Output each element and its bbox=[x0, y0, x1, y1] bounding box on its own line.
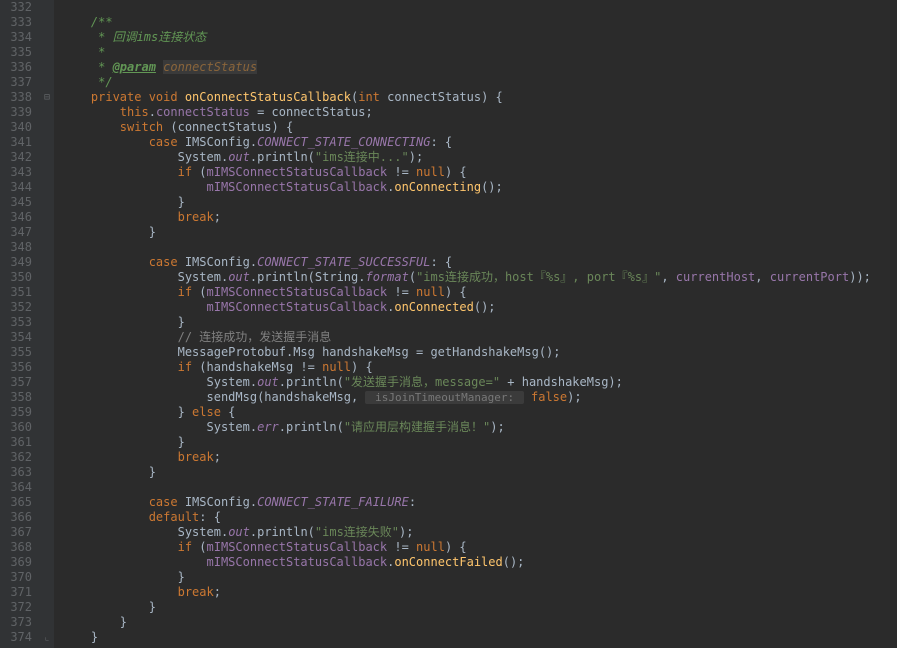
line-number: 355 bbox=[6, 345, 32, 360]
code-line[interactable]: break; bbox=[62, 210, 897, 225]
line-number: 368 bbox=[6, 540, 32, 555]
code-line[interactable]: } bbox=[62, 435, 897, 450]
code-line[interactable] bbox=[62, 480, 897, 495]
code-line[interactable]: mIMSConnectStatusCallback.onConnected(); bbox=[62, 300, 897, 315]
code-line[interactable]: switch (connectStatus) { bbox=[62, 120, 897, 135]
line-number: 373 bbox=[6, 615, 32, 630]
line-number-gutter: 3323333343353363373383393403413423433443… bbox=[0, 0, 40, 648]
code-line[interactable]: System.err.println("请应用层构建握手消息！"); bbox=[62, 420, 897, 435]
line-number: 338 bbox=[6, 90, 32, 105]
code-line[interactable] bbox=[62, 0, 897, 15]
line-number: 339 bbox=[6, 105, 32, 120]
code-line[interactable]: if (mIMSConnectStatusCallback != null) { bbox=[62, 540, 897, 555]
line-number: 335 bbox=[6, 45, 32, 60]
line-number: 354 bbox=[6, 330, 32, 345]
code-line[interactable]: default: { bbox=[62, 510, 897, 525]
line-number: 372 bbox=[6, 600, 32, 615]
code-line[interactable]: sendMsg(handshakeMsg, isJoinTimeoutManag… bbox=[62, 390, 897, 405]
line-number: 353 bbox=[6, 315, 32, 330]
code-line[interactable]: mIMSConnectStatusCallback.onConnectFaile… bbox=[62, 555, 897, 570]
line-number: 350 bbox=[6, 270, 32, 285]
code-line[interactable]: * bbox=[62, 45, 897, 60]
line-number: 365 bbox=[6, 495, 32, 510]
line-number: 349 bbox=[6, 255, 32, 270]
code-line[interactable]: System.out.println("ims连接中..."); bbox=[62, 150, 897, 165]
code-line[interactable]: this.connectStatus = connectStatus; bbox=[62, 105, 897, 120]
line-number: 343 bbox=[6, 165, 32, 180]
code-line[interactable]: } else { bbox=[62, 405, 897, 420]
line-number: 374 bbox=[6, 630, 32, 645]
line-number: 340 bbox=[6, 120, 32, 135]
line-number: 370 bbox=[6, 570, 32, 585]
code-line[interactable]: } bbox=[62, 630, 897, 645]
line-number: 351 bbox=[6, 285, 32, 300]
line-number: 344 bbox=[6, 180, 32, 195]
fold-gutter[interactable]: ⊟⌞ bbox=[40, 0, 54, 648]
line-number: 347 bbox=[6, 225, 32, 240]
line-number: 356 bbox=[6, 360, 32, 375]
code-line[interactable]: if (mIMSConnectStatusCallback != null) { bbox=[62, 285, 897, 300]
code-editor[interactable]: 3323333343353363373383393403413423433443… bbox=[0, 0, 897, 648]
code-line[interactable]: } bbox=[62, 315, 897, 330]
code-line[interactable]: * @param connectStatus bbox=[62, 60, 897, 75]
code-line[interactable]: } bbox=[62, 600, 897, 615]
line-number: 342 bbox=[6, 150, 32, 165]
line-number: 333 bbox=[6, 15, 32, 30]
code-line[interactable]: case IMSConfig.CONNECT_STATE_CONNECTING:… bbox=[62, 135, 897, 150]
line-number: 369 bbox=[6, 555, 32, 570]
line-number: 361 bbox=[6, 435, 32, 450]
line-number: 334 bbox=[6, 30, 32, 45]
code-line[interactable]: System.out.println(String.format("ims连接成… bbox=[62, 270, 897, 285]
code-line[interactable]: case IMSConfig.CONNECT_STATE_FAILURE: bbox=[62, 495, 897, 510]
code-line[interactable]: mIMSConnectStatusCallback.onConnecting()… bbox=[62, 180, 897, 195]
code-line[interactable]: private void onConnectStatusCallback(int… bbox=[62, 90, 897, 105]
code-line[interactable]: } bbox=[62, 465, 897, 480]
fold-end-icon[interactable]: ⌞ bbox=[42, 630, 52, 645]
line-number: 362 bbox=[6, 450, 32, 465]
line-number: 371 bbox=[6, 585, 32, 600]
line-number: 357 bbox=[6, 375, 32, 390]
line-number: 332 bbox=[6, 0, 32, 15]
line-number: 359 bbox=[6, 405, 32, 420]
line-number: 358 bbox=[6, 390, 32, 405]
code-line[interactable]: break; bbox=[62, 450, 897, 465]
fold-collapse-icon[interactable]: ⊟ bbox=[42, 90, 52, 105]
code-line[interactable]: */ bbox=[62, 75, 897, 90]
line-number: 364 bbox=[6, 480, 32, 495]
line-number: 336 bbox=[6, 60, 32, 75]
line-number: 352 bbox=[6, 300, 32, 315]
line-number: 346 bbox=[6, 210, 32, 225]
line-number: 348 bbox=[6, 240, 32, 255]
code-area[interactable]: /** * 回调ims连接状态 * * @param connectStatus… bbox=[54, 0, 897, 648]
code-line[interactable]: * 回调ims连接状态 bbox=[62, 30, 897, 45]
line-number: 341 bbox=[6, 135, 32, 150]
code-line[interactable]: } bbox=[62, 195, 897, 210]
code-line[interactable]: if (handshakeMsg != null) { bbox=[62, 360, 897, 375]
code-line[interactable]: /** bbox=[62, 15, 897, 30]
line-number: 363 bbox=[6, 465, 32, 480]
line-number: 367 bbox=[6, 525, 32, 540]
code-line[interactable]: if (mIMSConnectStatusCallback != null) { bbox=[62, 165, 897, 180]
code-line[interactable]: } bbox=[62, 570, 897, 585]
line-number: 337 bbox=[6, 75, 32, 90]
line-number: 345 bbox=[6, 195, 32, 210]
code-line[interactable]: MessageProtobuf.Msg handshakeMsg = getHa… bbox=[62, 345, 897, 360]
line-number: 360 bbox=[6, 420, 32, 435]
code-line[interactable]: case IMSConfig.CONNECT_STATE_SUCCESSFUL:… bbox=[62, 255, 897, 270]
code-line[interactable]: System.out.println("ims连接失败"); bbox=[62, 525, 897, 540]
code-line[interactable]: } bbox=[62, 615, 897, 630]
code-line[interactable]: // 连接成功，发送握手消息 bbox=[62, 330, 897, 345]
code-line[interactable]: System.out.println("发送握手消息，message=" + h… bbox=[62, 375, 897, 390]
code-line[interactable] bbox=[62, 240, 897, 255]
code-line[interactable]: } bbox=[62, 225, 897, 240]
line-number: 366 bbox=[6, 510, 32, 525]
code-line[interactable]: break; bbox=[62, 585, 897, 600]
